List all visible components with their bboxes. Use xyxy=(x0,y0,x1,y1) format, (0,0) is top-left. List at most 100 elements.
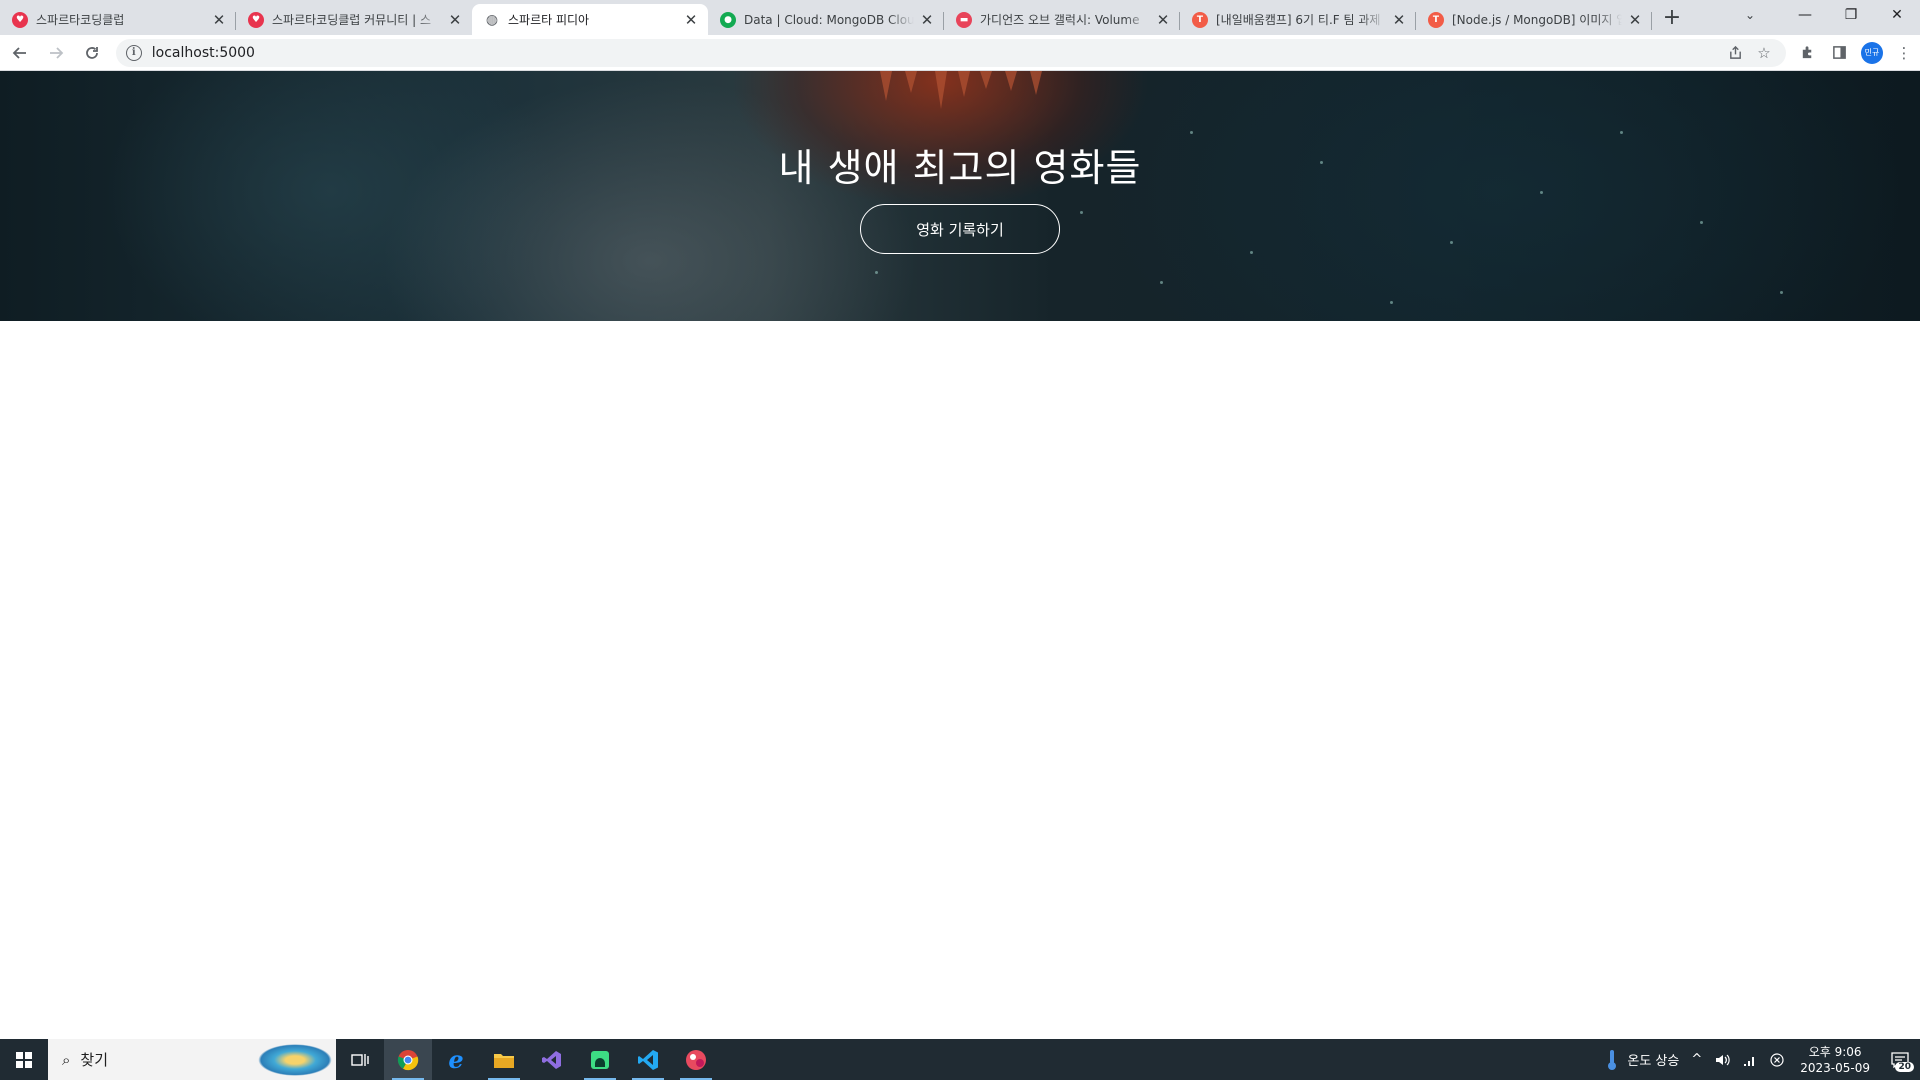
hero-decoration xyxy=(935,71,947,109)
tab-favicon-icon: ♥ xyxy=(12,11,28,28)
tab-title: 스파르타코딩클럽 커뮤니티 | 스 xyxy=(272,13,432,27)
android-studio-icon xyxy=(591,1050,609,1069)
profile-avatar[interactable]: 민규 xyxy=(1856,37,1888,69)
bookmark-star-icon[interactable]: ☆ xyxy=(1750,39,1778,67)
browser-tab[interactable]: ▬ 가디언즈 오브 갤럭시: Volume ✕ xyxy=(944,4,1180,35)
tab-close-icon[interactable]: ✕ xyxy=(446,11,464,29)
side-panel-icon[interactable] xyxy=(1824,37,1856,69)
hero-decoration xyxy=(1080,211,1083,214)
task-view-button[interactable] xyxy=(336,1039,384,1080)
tab-title: 가디언즈 오브 갤럭시: Volume xyxy=(980,13,1140,27)
search-label: 찾기 xyxy=(80,1051,109,1069)
tab-close-icon[interactable]: ✕ xyxy=(918,11,936,29)
hero-decoration xyxy=(958,71,970,97)
tab-favicon-icon: ● xyxy=(720,11,736,28)
hero-decoration xyxy=(875,271,878,274)
network-icon[interactable] xyxy=(1736,1039,1764,1080)
window-controls: — ❐ ✕ xyxy=(1782,0,1920,30)
record-movie-button[interactable]: 영화 기록하기 xyxy=(860,204,1060,254)
volume-icon[interactable] xyxy=(1708,1039,1736,1080)
profile-label: 민규 xyxy=(1860,41,1883,64)
tab-close-icon[interactable]: ✕ xyxy=(1390,11,1408,29)
tab-close-icon[interactable]: ✕ xyxy=(1154,11,1172,29)
browser-tab[interactable]: ● Data | Cloud: MongoDB Cloud ✕ xyxy=(708,4,944,35)
taskbar-search[interactable]: ⌕ 찾기 xyxy=(48,1039,336,1080)
clock[interactable]: 오후 9:06 2023-05-09 xyxy=(1790,1044,1880,1076)
file-explorer-taskbar-app[interactable] xyxy=(480,1039,528,1080)
maximize-button[interactable]: ❐ xyxy=(1828,0,1874,30)
clock-time: 오후 9:06 xyxy=(1808,1044,1862,1059)
tab-separator xyxy=(1651,12,1652,30)
search-icon: ⌕ xyxy=(62,1050,71,1069)
hero-decoration xyxy=(1780,291,1783,294)
notification-count-badge: 20 xyxy=(1895,1062,1914,1072)
weather-widget[interactable]: 온도 상승 xyxy=(1599,1039,1685,1080)
system-tray: 온도 상승 ^ 오후 9:06 2023-05-09 20 xyxy=(1599,1039,1920,1080)
git-client-icon xyxy=(686,1049,706,1070)
back-arrow-icon xyxy=(12,46,26,59)
toolbar-right: 민규 ⋮ xyxy=(1792,37,1920,69)
tab-favicon-icon: ♥ xyxy=(248,11,264,28)
tab-title: [내일배움캠프] 6기 티.F 팀 과제 xyxy=(1216,13,1381,27)
edge-taskbar-app[interactable]: e xyxy=(432,1039,480,1080)
url-text[interactable]: localhost:5000 xyxy=(152,45,1722,61)
hero-decoration xyxy=(980,71,992,89)
tab-title: 스파르타코딩클럽 xyxy=(36,13,125,27)
start-button[interactable] xyxy=(0,1039,48,1080)
windows-logo-icon xyxy=(16,1051,32,1068)
hero-decoration xyxy=(905,71,917,93)
hero-decoration xyxy=(1005,71,1017,91)
hero-decoration xyxy=(1030,71,1042,95)
back-button[interactable] xyxy=(4,37,36,69)
browser-tab[interactable]: ♥ 스파르타코딩클럽 커뮤니티 | 스 ✕ xyxy=(236,4,472,35)
reload-button[interactable] xyxy=(76,37,108,69)
window-close-button[interactable]: ✕ xyxy=(1874,0,1920,30)
vscode-icon xyxy=(638,1049,658,1070)
browser-toolbar: i localhost:5000 ☆ 민규 ⋮ xyxy=(0,35,1920,71)
hero-decoration xyxy=(1390,301,1393,304)
android-studio-taskbar-app[interactable] xyxy=(576,1039,624,1080)
hero-decoration xyxy=(1160,281,1163,284)
tab-close-icon[interactable]: ✕ xyxy=(210,11,228,29)
tab-list: ♥ 스파르타코딩클럽 ✕ ♥ 스파르타코딩클럽 커뮤니티 | 스 ✕ ◍ 스파르타 피디아 ✕ ●… xyxy=(0,0,1652,35)
forward-arrow-icon xyxy=(49,46,64,59)
forward-button[interactable] xyxy=(40,37,72,69)
tab-close-icon[interactable]: ✕ xyxy=(1626,11,1644,29)
tab-favicon-icon: ◍ xyxy=(485,11,499,28)
tab-title: [Node.js / MongoDB] 이미지 업 xyxy=(1452,13,1622,27)
notification-center-button[interactable]: 20 xyxy=(1880,1039,1920,1080)
thermometer-icon xyxy=(1608,1049,1617,1070)
browser-tab[interactable]: ♥ 스파르타코딩클럽 ✕ xyxy=(0,4,236,35)
chrome-taskbar-app[interactable] xyxy=(384,1039,432,1080)
new-tab-button[interactable]: + xyxy=(1658,3,1686,31)
browser-tab[interactable]: ◍ 스파르타 피디아 ✕ xyxy=(472,4,708,35)
minimize-button[interactable]: — xyxy=(1782,0,1828,30)
address-bar[interactable]: i localhost:5000 ☆ xyxy=(115,38,1786,67)
extensions-icon[interactable] xyxy=(1792,37,1824,69)
vscode-taskbar-app[interactable] xyxy=(624,1039,672,1080)
search-highlight-image xyxy=(258,1044,332,1076)
reload-icon xyxy=(85,46,98,59)
hero-banner: 내 생애 최고의 영화들 영화 기록하기 xyxy=(0,71,1920,321)
hero-decoration xyxy=(1540,191,1543,194)
tab-close-icon[interactable]: ✕ xyxy=(682,11,700,29)
hero-decoration xyxy=(1190,131,1193,134)
browser-tab[interactable]: T [Node.js / MongoDB] 이미지 업 ✕ xyxy=(1416,4,1652,35)
git-client-taskbar-app[interactable] xyxy=(672,1039,720,1080)
visual-studio-taskbar-app[interactable] xyxy=(528,1039,576,1080)
hero-decoration xyxy=(1320,161,1323,164)
internet-explorer-icon: e xyxy=(448,1045,464,1074)
chrome-icon xyxy=(397,1049,419,1070)
status-x-icon[interactable] xyxy=(1764,1039,1790,1080)
browser-tab[interactable]: T [내일배움캠프] 6기 티.F 팀 과제 ✕ xyxy=(1180,4,1416,35)
share-icon[interactable] xyxy=(1722,39,1750,67)
hero-title: 내 생애 최고의 영화들 xyxy=(778,146,1142,190)
hero-decoration xyxy=(1620,131,1623,134)
page-content: 내 생애 최고의 영화들 영화 기록하기 xyxy=(0,71,1920,1039)
site-info-icon[interactable]: i xyxy=(125,44,142,61)
hero-decoration xyxy=(1250,251,1253,254)
hero-decoration xyxy=(1450,241,1453,244)
show-hidden-icons[interactable]: ^ xyxy=(1685,1039,1708,1080)
tab-search-button[interactable]: ⌄ xyxy=(1730,0,1770,30)
menu-kebab-icon[interactable]: ⋮ xyxy=(1888,37,1920,69)
